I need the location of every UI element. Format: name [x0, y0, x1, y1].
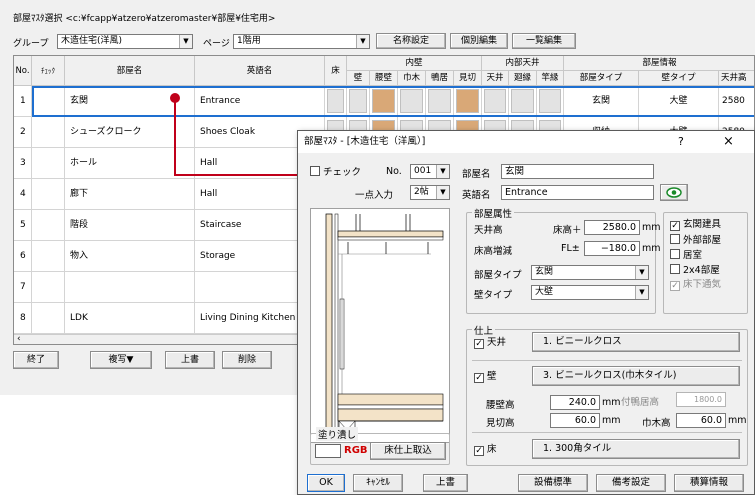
- ok-button[interactable]: OK: [307, 474, 345, 492]
- floor-offset-prefix: FL±: [561, 243, 580, 254]
- room-type-label: 部屋タイプ: [474, 270, 522, 281]
- waist-height-input[interactable]: 240.0: [550, 395, 600, 410]
- no-select[interactable]: 001 ▼: [410, 164, 450, 179]
- baseboard-height-input[interactable]: 60.0: [676, 413, 726, 428]
- ceiling-finish-button[interactable]: 1. ビニールクロス: [532, 332, 740, 352]
- ceiling-check-label: 天井: [487, 337, 507, 348]
- room-master-dialog: 部屋ﾏｽﾀ - [木造住宅（洋風）] ? × チェック No. 001 ▼ 一点入…: [297, 130, 755, 495]
- room-type-select[interactable]: 玄関 ▼: [531, 265, 649, 280]
- wall-checkbox[interactable]: ✓ 壁: [474, 371, 497, 383]
- checkbox-icon: ✓: [474, 373, 484, 383]
- floor-offset-label: 床高増減: [474, 246, 513, 257]
- mikiri-height-input[interactable]: 60.0: [550, 413, 600, 428]
- attr-checkbox[interactable]: ✓ 玄関建具: [670, 219, 721, 231]
- equipment-standard-button[interactable]: 設備標準: [518, 474, 588, 492]
- single-point-value: 2帖: [414, 187, 429, 197]
- wall-type-select[interactable]: 大壁 ▼: [531, 285, 649, 300]
- dialog-titlebar: 部屋ﾏｽﾀ - [木造住宅（洋風）] ? ×: [298, 131, 754, 153]
- english-name-input[interactable]: Entrance: [501, 185, 654, 200]
- checkbox-icon: ✓: [474, 339, 484, 349]
- floor-finish-button[interactable]: 1. 300角タイル: [532, 439, 740, 459]
- tsuruikyo-height-label: 付鴨居高: [621, 397, 660, 408]
- dropdown-arrow-icon: ▼: [635, 266, 648, 279]
- attr-group-title: 部屋属性: [472, 206, 515, 220]
- attr-checkbox-label: 床下通気: [683, 279, 722, 290]
- fill-group-title: 塗り潰し: [316, 427, 359, 441]
- preview-button[interactable]: [660, 184, 688, 201]
- wall-finish-button[interactable]: 3. ビニールクロス(巾木タイル): [532, 366, 740, 386]
- waist-height-unit: mm: [602, 397, 621, 408]
- attr-checkbox-label: 2x4部屋: [683, 265, 720, 276]
- finish-group-title: 仕上: [472, 323, 496, 337]
- finish-separator: [472, 432, 742, 433]
- checkbox-icon: [670, 234, 680, 244]
- connector-start-dot: [170, 93, 180, 103]
- baseboard-height-unit: mm: [728, 415, 747, 426]
- no-value: 001: [414, 166, 432, 176]
- dropdown-arrow-icon: ▼: [436, 186, 449, 199]
- section-preview: [310, 208, 450, 443]
- mikiri-height-label: 見切高: [486, 418, 515, 429]
- check-label: チェック: [323, 167, 362, 178]
- connector-line: [174, 98, 305, 176]
- fill-color-swatch[interactable]: [315, 444, 341, 458]
- attr-checkbox-label: 外部部屋: [683, 235, 722, 246]
- ceiling-height-unit: mm: [642, 222, 661, 233]
- attr-checkbox[interactable]: 2x4部屋: [670, 264, 720, 276]
- floor-check-label: 床: [487, 444, 497, 455]
- wall-check-label: 壁: [487, 371, 497, 382]
- single-point-label: 一点入力: [355, 190, 394, 201]
- ceiling-height-prefix: 床高＋: [553, 225, 582, 236]
- floor-finish-fetch-button[interactable]: 床仕上取込: [370, 442, 446, 460]
- dialog-overwrite-button[interactable]: 上書: [423, 474, 468, 492]
- mikiri-height-unit: mm: [602, 415, 621, 426]
- wall-type-value: 大壁: [535, 287, 554, 297]
- waist-height-label: 腰壁高: [486, 400, 515, 411]
- checkbox-icon: ✓: [670, 281, 680, 291]
- check-checkbox[interactable]: チェック: [310, 166, 361, 178]
- checkbox-icon: ✓: [670, 221, 680, 231]
- wall-section-drawing: [325, 213, 444, 440]
- help-button[interactable]: ?: [678, 131, 684, 153]
- ceiling-height-input[interactable]: 2580.0: [584, 220, 640, 235]
- floor-offset-input[interactable]: −180.0: [584, 241, 640, 256]
- rgb-label[interactable]: RGB: [344, 445, 368, 456]
- attr-checkbox-label: 玄関建具: [683, 219, 722, 230]
- finish-separator: [472, 360, 742, 361]
- dialog-title: 部屋ﾏｽﾀ - [木造住宅（洋風）]: [304, 136, 426, 147]
- room-name-label: 部屋名: [462, 169, 491, 180]
- attr-checkbox[interactable]: 外部部屋: [670, 234, 721, 246]
- dropdown-arrow-icon: ▼: [635, 286, 648, 299]
- dropdown-arrow-icon: ▼: [436, 165, 449, 178]
- checkbox-icon: [670, 249, 680, 259]
- tsuruikyo-height-input: 1800.0: [676, 392, 726, 407]
- english-name-label: 英語名: [462, 190, 491, 201]
- checkbox-icon: [670, 264, 680, 274]
- attr-checkbox: ✓ 床下通気: [670, 279, 721, 291]
- single-point-select[interactable]: 2帖 ▼: [410, 185, 450, 200]
- estimate-info-button[interactable]: 積算情報: [674, 474, 744, 492]
- checkbox-icon: ✓: [474, 446, 484, 456]
- remarks-settings-button[interactable]: 備考設定: [596, 474, 666, 492]
- wall-type-label: 壁タイプ: [474, 290, 513, 301]
- eye-icon: [666, 187, 682, 198]
- room-type-value: 玄関: [535, 267, 554, 277]
- attr-checkbox-label: 居室: [683, 250, 703, 261]
- baseboard-height-label: 巾木高: [642, 418, 671, 429]
- room-name-input[interactable]: 玄関: [501, 164, 654, 179]
- no-label: No.: [386, 166, 402, 177]
- floor-offset-unit: mm: [642, 243, 661, 254]
- cancel-button[interactable]: ｷｬﾝｾﾙ: [353, 474, 403, 492]
- ceiling-height-label: 天井高: [474, 225, 503, 236]
- attr-checkbox[interactable]: 居室: [670, 249, 702, 261]
- close-button[interactable]: ×: [723, 131, 734, 153]
- floor-checkbox[interactable]: ✓ 床: [474, 444, 497, 456]
- checkbox-icon: [310, 166, 320, 176]
- ceiling-checkbox[interactable]: ✓ 天井: [474, 337, 506, 349]
